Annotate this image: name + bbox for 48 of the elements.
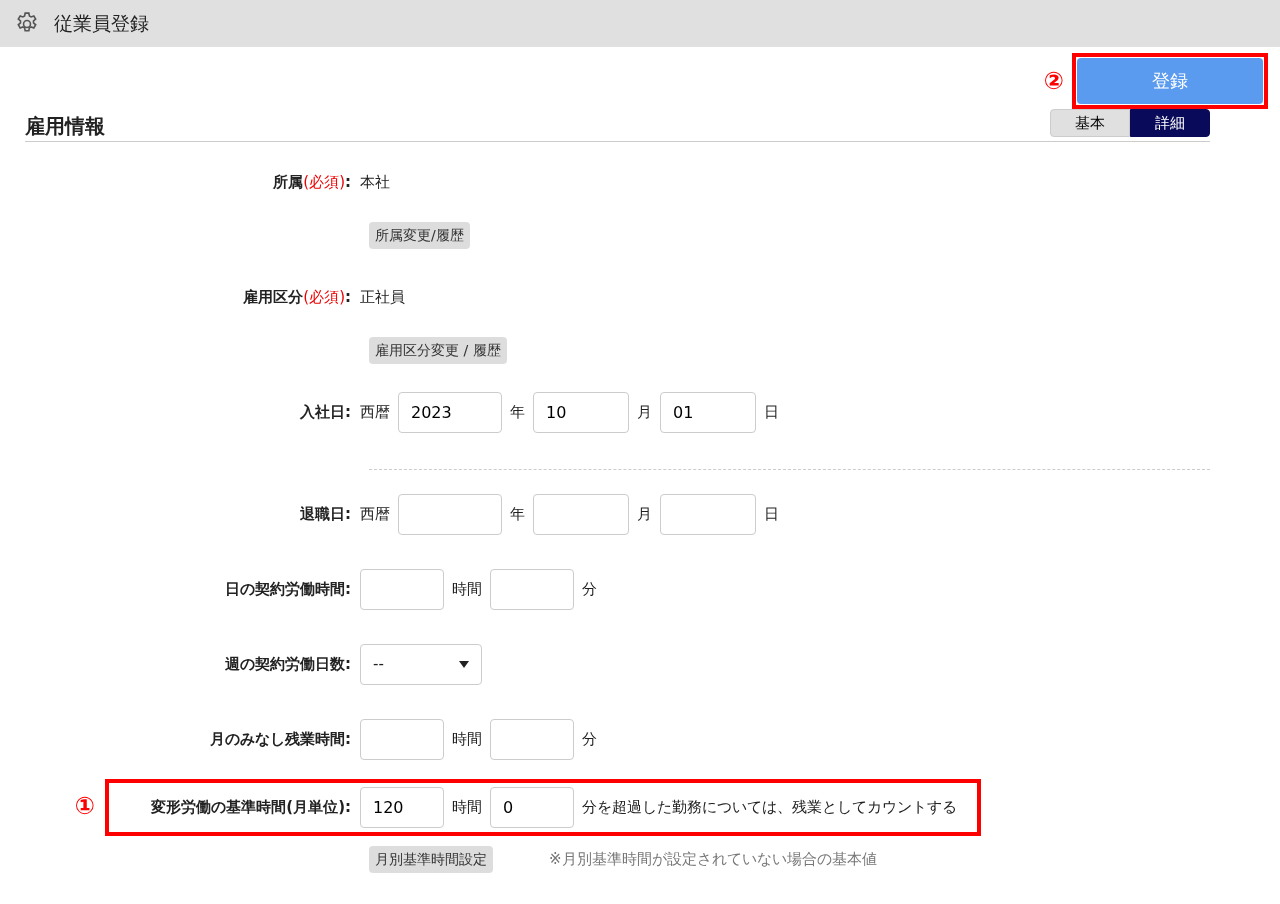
era-label: 西暦 xyxy=(360,504,390,526)
unit-label: 分 xyxy=(582,579,597,601)
input-field[interactable] xyxy=(360,569,444,610)
unit-label: 時間 xyxy=(452,797,482,819)
field-label: 変形労働の基準時間(月単位): xyxy=(151,798,351,817)
input-field[interactable] xyxy=(660,494,756,535)
field-value: 本社 xyxy=(360,171,390,193)
page-title: 従業員登録 xyxy=(54,11,149,37)
unit-label: 分 xyxy=(582,729,597,751)
history-button[interactable]: 所属変更/履歴 xyxy=(369,222,470,249)
input-field[interactable] xyxy=(533,494,629,535)
view-tab[interactable]: 詳細 xyxy=(1130,109,1210,137)
history-button[interactable]: 月別基準時間設定 xyxy=(369,846,493,873)
callout-number: ① xyxy=(74,792,95,821)
input-field[interactable] xyxy=(360,719,444,760)
input-field[interactable] xyxy=(398,494,502,535)
note-text: ※月別基準時間が設定されていない場合の基本値 xyxy=(549,849,877,871)
unit-label: 時間 xyxy=(452,579,482,601)
unit-label: 日 xyxy=(764,504,779,526)
unit-label: 時間 xyxy=(452,729,482,751)
era-label: 西暦 xyxy=(360,402,390,424)
unit-label: 日 xyxy=(764,402,779,424)
input-field[interactable]: 0 xyxy=(490,787,574,828)
unit-label: 月 xyxy=(637,504,652,526)
field-value: 正社員 xyxy=(360,286,405,308)
section-title: 雇用情報 xyxy=(25,113,105,140)
input-field[interactable] xyxy=(490,719,574,760)
unit-label: 分を超過した勤務については、残業としてカウントする xyxy=(582,797,957,819)
field-label: 月のみなし残業時間: xyxy=(210,730,351,749)
unit-label: 月 xyxy=(637,402,652,424)
caret-icon xyxy=(459,661,469,668)
history-button[interactable]: 雇用区分変更 / 履歴 xyxy=(369,337,507,364)
input-field[interactable]: 2023 xyxy=(398,392,502,433)
field-label: 雇用区分(必須): xyxy=(243,287,351,306)
field-label: 週の契約労働日数: xyxy=(225,655,351,674)
select-field[interactable]: -- xyxy=(360,644,482,685)
input-field[interactable]: 120 xyxy=(360,787,444,828)
callout-number: ② xyxy=(1043,68,1064,93)
input-field[interactable]: 01 xyxy=(660,392,756,433)
unit-label: 年 xyxy=(510,402,525,424)
view-tab[interactable]: 基本 xyxy=(1050,109,1130,137)
unit-label: 年 xyxy=(510,504,525,526)
input-field[interactable]: 10 xyxy=(533,392,629,433)
field-label: 日の契約労働時間: xyxy=(225,580,351,599)
input-field[interactable] xyxy=(490,569,574,610)
field-label: 所属(必須): xyxy=(273,172,351,191)
field-label: 退職日: xyxy=(300,505,351,524)
field-label: 入社日: xyxy=(300,403,351,422)
